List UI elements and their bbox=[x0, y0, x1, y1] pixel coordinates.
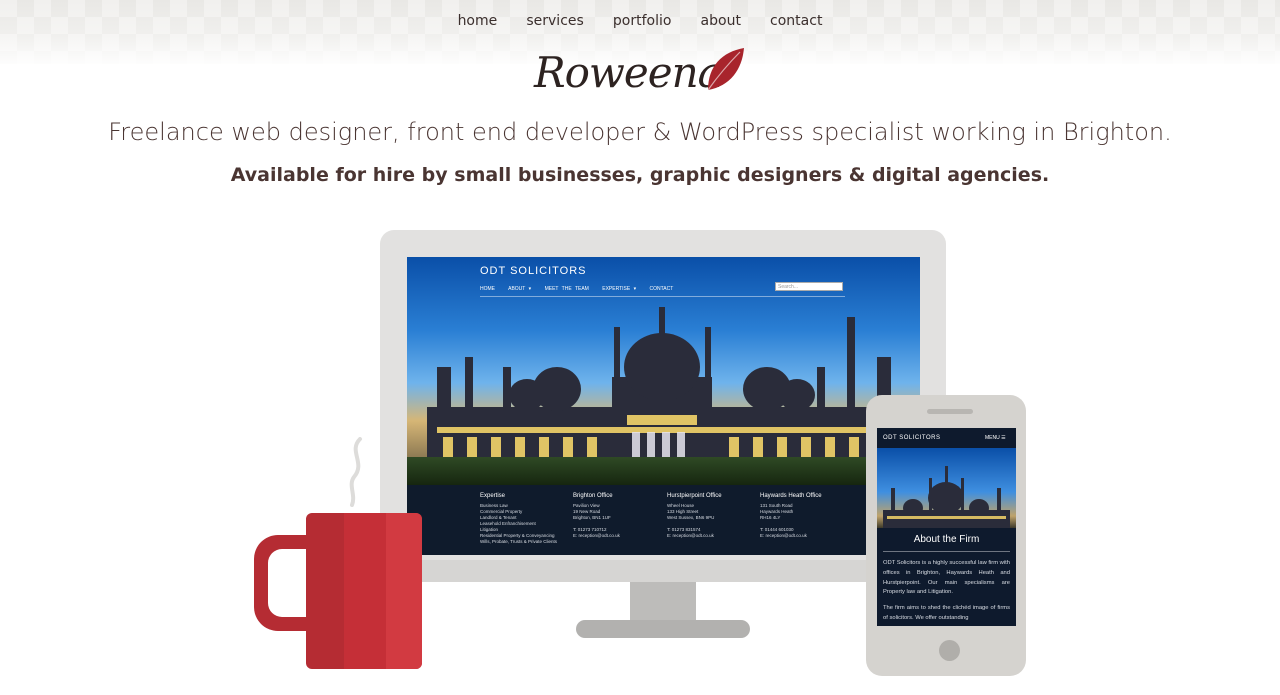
phone-speaker bbox=[927, 409, 973, 414]
steam-icon bbox=[349, 437, 362, 507]
preview-site-nav: HOME ABOUT ▾ MEET THE TEAM EXPERTISE ▾ C… bbox=[480, 286, 683, 292]
mobile-site-title: ODT SOLICITORS bbox=[883, 435, 941, 441]
preview-search-field: Search... bbox=[775, 282, 843, 291]
monitor-chin bbox=[380, 560, 946, 582]
mug-stripe bbox=[386, 513, 422, 669]
leaf-icon bbox=[707, 48, 744, 91]
preview-footer-haywards: Haywards Heath Office 131 South Road Hay… bbox=[760, 493, 850, 539]
preview-footer-expertise: Expertise Business Law Commercial Proper… bbox=[480, 493, 570, 545]
nav-portfolio[interactable]: portfolio bbox=[613, 13, 672, 29]
desktop-lawn bbox=[407, 457, 920, 485]
footer-heading: Expertise bbox=[480, 493, 506, 499]
nav-about[interactable]: about bbox=[701, 13, 741, 29]
mobile-screenshot[interactable]: ODT SOLICITORS MENU ☰ About the Firm ODT… bbox=[877, 428, 1016, 626]
footer-line: E: reception@odt.co.uk bbox=[760, 533, 807, 538]
mobile-heading-divider bbox=[883, 551, 1010, 552]
footer-line: E: reception@odt.co.uk bbox=[667, 533, 714, 538]
nav-services[interactable]: services bbox=[526, 13, 583, 29]
preview-nav-home: HOME bbox=[480, 286, 495, 292]
footer-heading: Haywards Heath Office bbox=[760, 493, 822, 499]
monitor-base bbox=[576, 620, 750, 638]
preview-nav-contact: CONTACT bbox=[649, 286, 674, 292]
mobile-paragraph-1: ODT Solicitors is a highly successful la… bbox=[883, 560, 1010, 596]
monitor-stand bbox=[630, 582, 696, 622]
preview-nav-divider bbox=[480, 296, 845, 297]
mug-stripe bbox=[344, 513, 386, 669]
nav-contact[interactable]: contact bbox=[770, 13, 822, 29]
site-logo[interactable]: Roweena bbox=[534, 44, 746, 102]
preview-footer-brighton: Brighton Office Pavilion View 19 New Roa… bbox=[573, 493, 663, 539]
nav-home[interactable]: home bbox=[458, 13, 498, 29]
preview-nav-expertise: EXPERTISE ▾ bbox=[602, 286, 637, 292]
footer-line: E: reception@odt.co.uk bbox=[573, 533, 620, 538]
footer-heading: Hurstpierpoint Office bbox=[667, 493, 722, 499]
mobile-pavilion-illustration bbox=[883, 466, 1010, 528]
preview-site-title: ODT SOLICITORS bbox=[480, 265, 587, 277]
footer-line: Wills, Probate, Trusts & Private Clients bbox=[480, 539, 558, 544]
hero-headline: Freelance web designer, front end develo… bbox=[108, 118, 1172, 146]
coffee-mug-icon bbox=[306, 513, 422, 669]
mobile-paragraph-2: The firm aims to shed the clichéd image … bbox=[883, 605, 1010, 621]
preview-nav-about: ABOUT ▾ bbox=[508, 286, 532, 292]
mobile-menu-label: MENU ☰ bbox=[985, 435, 1006, 441]
footer-heading: Brighton Office bbox=[573, 493, 613, 499]
preview-footer-hurstpierpoint: Hurstpierpoint Office Wheel House 133 Hi… bbox=[667, 493, 757, 539]
desktop-screenshot[interactable]: ODT SOLICITORS HOME ABOUT ▾ MEET THE TEA… bbox=[407, 257, 920, 555]
main-nav: home services portfolio about contact bbox=[0, 10, 1280, 29]
mobile-heading: About the Firm bbox=[913, 534, 980, 545]
hero-subheadline: Available for hire by small businesses, … bbox=[230, 164, 1050, 186]
preview-nav-team: MEET THE TEAM bbox=[544, 286, 589, 292]
mug-handle-hole bbox=[268, 549, 308, 617]
phone-home-button bbox=[939, 640, 960, 661]
logo-wordmark: Roweena bbox=[534, 48, 723, 97]
